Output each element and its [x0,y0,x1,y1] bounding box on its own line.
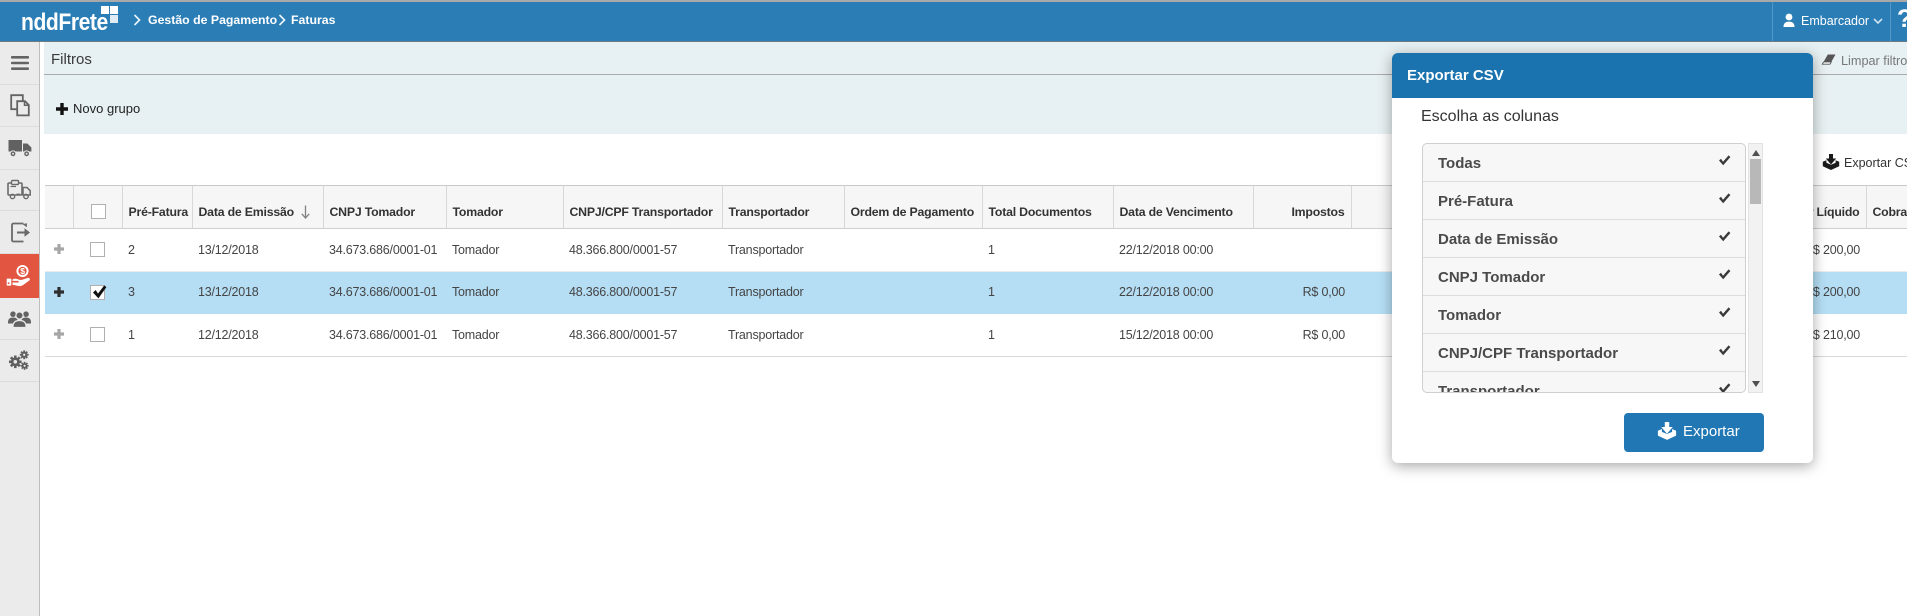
svg-text:$: $ [20,266,25,276]
